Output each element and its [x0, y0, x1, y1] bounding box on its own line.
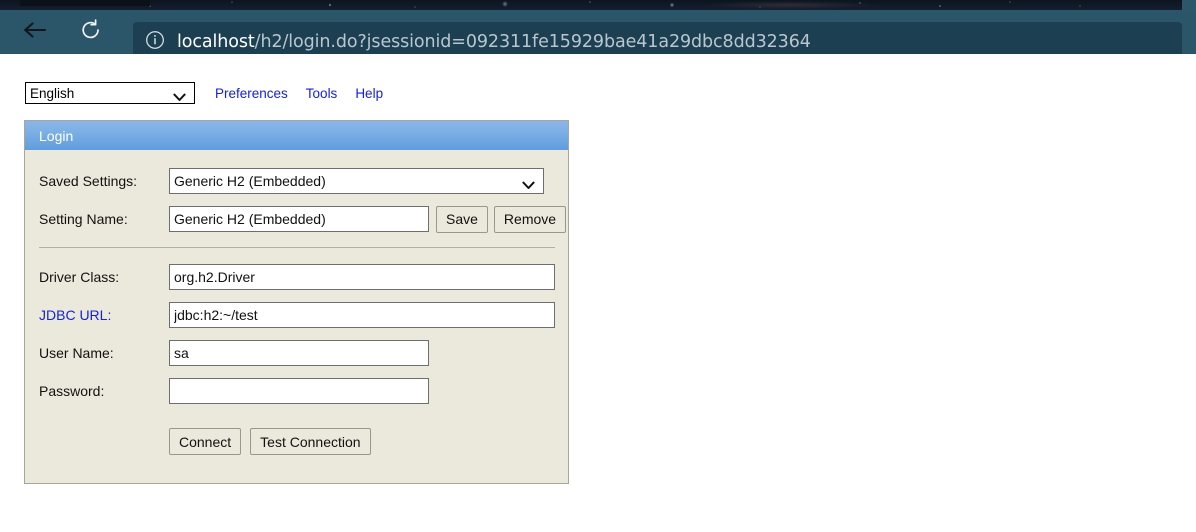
site-info-button[interactable]: [133, 29, 177, 56]
login-panel-title: Login: [39, 127, 74, 144]
language-select-wrapper: English: [25, 82, 195, 104]
saved-settings-label: Saved Settings:: [39, 173, 138, 189]
desktop-wallpaper-strip: [0, 0, 1196, 10]
login-panel: Login Saved Settings: Generic H2 (Embedd…: [24, 120, 569, 484]
back-button[interactable]: [12, 10, 58, 54]
help-link[interactable]: Help: [355, 86, 383, 101]
save-setting-button[interactable]: Save: [436, 205, 488, 233]
back-arrow-icon: [22, 20, 48, 45]
wallpaper-right-edge: [1182, 0, 1196, 10]
url-host: localhost: [177, 32, 255, 52]
h2-top-toolbar: English Preferences Tools Help: [25, 82, 383, 104]
info-circle-icon: [144, 29, 166, 56]
url-path: /h2/login.do?jsessionid=092311fe15929bae…: [254, 32, 811, 52]
jdbc-url-label-link[interactable]: JDBC URL:: [39, 307, 169, 323]
login-actions-row: Connect Test Connection: [25, 428, 568, 455]
saved-settings-select[interactable]: Generic H2 (Embedded): [169, 168, 544, 194]
remove-setting-button[interactable]: Remove: [493, 205, 567, 233]
url-text: localhost/h2/login.do?jsessionid=092311f…: [177, 32, 811, 52]
password-row: Password:: [25, 372, 568, 410]
tools-link[interactable]: Tools: [306, 86, 338, 101]
wallpaper-nebula: [700, 1, 880, 9]
login-form: Saved Settings: Generic H2 (Embedded) Se…: [25, 150, 568, 483]
page-content: English Preferences Tools Help Login Sav…: [0, 54, 1196, 532]
preferences-link[interactable]: Preferences: [215, 86, 288, 101]
setting-name-input[interactable]: [169, 206, 429, 232]
login-panel-header: Login: [25, 121, 568, 150]
wallpaper-dark-block: [20, 0, 150, 6]
language-select[interactable]: English: [25, 82, 195, 104]
reload-button[interactable]: [68, 10, 114, 54]
jdbc-url-row: JDBC URL:: [25, 296, 568, 334]
connect-button[interactable]: Connect: [169, 428, 242, 455]
browser-toolbar: localhost/h2/login.do?jsessionid=092311f…: [0, 10, 1196, 62]
user-name-input[interactable]: [169, 340, 429, 366]
password-input[interactable]: [169, 378, 429, 404]
driver-class-row: Driver Class:: [25, 258, 568, 296]
test-connection-button[interactable]: Test Connection: [250, 428, 371, 455]
user-name-row: User Name:: [25, 334, 568, 372]
saved-settings-select-wrapper: Generic H2 (Embedded): [169, 168, 544, 194]
driver-class-label: Driver Class:: [39, 269, 120, 285]
driver-class-input[interactable]: [169, 264, 555, 290]
setting-name-label: Setting Name:: [39, 211, 128, 227]
saved-settings-row: Saved Settings: Generic H2 (Embedded): [25, 162, 568, 200]
setting-name-row: Setting Name: Save Remove: [25, 200, 568, 238]
reload-icon: [79, 18, 103, 47]
user-name-label: User Name:: [39, 345, 114, 361]
form-divider: [39, 247, 555, 248]
jdbc-url-input[interactable]: [169, 302, 555, 328]
password-label: Password:: [39, 383, 105, 399]
